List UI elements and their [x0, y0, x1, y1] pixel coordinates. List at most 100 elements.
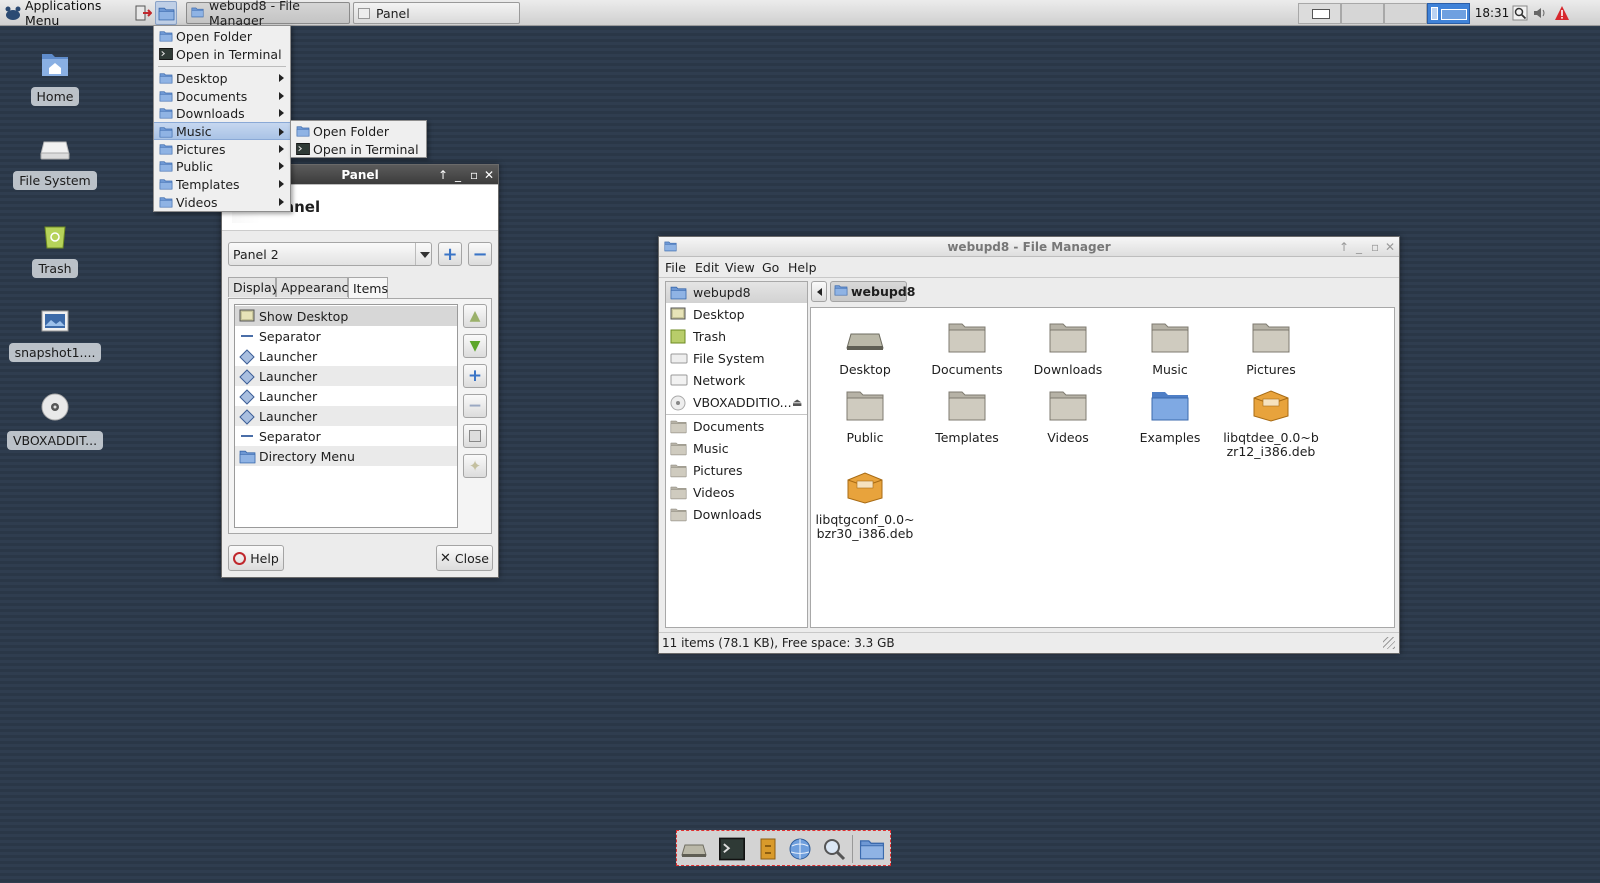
- menu-item-open-folder[interactable]: Open Folder: [291, 122, 426, 140]
- tab-appearance[interactable]: Appearance: [276, 277, 356, 297]
- list-item[interactable]: Launcher: [235, 346, 457, 366]
- clock[interactable]: 18:31: [1474, 1, 1510, 25]
- close-icon[interactable]: ✕: [1385, 240, 1395, 254]
- app-finder-launcher[interactable]: [821, 837, 847, 861]
- file-item-desktop[interactable]: Desktop: [815, 320, 915, 377]
- items-list[interactable]: Show Desktop Separator Launcher Launcher…: [234, 304, 458, 528]
- minimize-icon[interactable]: _: [1356, 240, 1362, 254]
- applications-menu-button[interactable]: Applications Menu: [4, 0, 130, 28]
- add-panel-button[interactable]: +: [438, 242, 462, 266]
- edit-item-button[interactable]: [463, 424, 487, 448]
- desktop-icon-trash[interactable]: Trash: [10, 222, 100, 278]
- desktop-icon-vboxadditions[interactable]: VBOXADDIT...: [6, 392, 104, 450]
- menu-item-music[interactable]: Music: [154, 122, 290, 140]
- sidebar-item-videos[interactable]: Videos: [666, 482, 807, 503]
- directory-menu-launcher[interactable]: [859, 837, 885, 861]
- sidebar-item-vboxadditions[interactable]: VBOXADDITIO... ⏏: [666, 392, 807, 413]
- list-item[interactable]: Directory Menu: [235, 446, 457, 466]
- menu-help[interactable]: Help: [788, 260, 817, 275]
- menu-view[interactable]: View: [725, 260, 755, 275]
- maximize-icon[interactable]: ▫: [1371, 240, 1379, 254]
- menu-item-documents[interactable]: Documents: [154, 87, 290, 105]
- file-item-downloads[interactable]: Downloads: [1018, 320, 1118, 377]
- minimize-icon[interactable]: _: [455, 168, 461, 182]
- window-titlebar[interactable]: webupd8 - File Manager ↑ _ ▫ ✕: [659, 237, 1399, 257]
- volume-applet[interactable]: [1532, 1, 1552, 25]
- path-back-button[interactable]: [811, 281, 827, 302]
- sidebar-item-webupd8[interactable]: webupd8: [666, 282, 807, 303]
- file-item-documents[interactable]: Documents: [917, 320, 1017, 377]
- menu-edit[interactable]: Edit: [695, 260, 719, 275]
- list-item[interactable]: Separator: [235, 326, 457, 346]
- workspace-1[interactable]: [1298, 3, 1341, 24]
- sidebar-item-pictures[interactable]: Pictures: [666, 460, 807, 481]
- sidebar-item-network[interactable]: Network: [666, 370, 807, 391]
- workspace-2[interactable]: [1341, 3, 1384, 24]
- directory-menu-button[interactable]: [155, 1, 177, 25]
- keep-above-icon[interactable]: ↑: [438, 168, 448, 182]
- remove-item-button[interactable]: −: [463, 394, 487, 418]
- logout-button[interactable]: [134, 1, 154, 25]
- remove-panel-button[interactable]: −: [468, 242, 492, 266]
- keep-above-icon[interactable]: ↑: [1339, 240, 1349, 254]
- terminal-launcher[interactable]: [719, 837, 745, 861]
- file-item-templates[interactable]: Templates: [917, 388, 1017, 445]
- menu-item-videos[interactable]: Videos: [154, 193, 290, 211]
- menu-item-open-terminal[interactable]: Open in Terminal: [154, 45, 290, 63]
- menu-item-pictures[interactable]: Pictures: [154, 140, 290, 158]
- sidebar-item-trash[interactable]: Trash: [666, 326, 807, 347]
- tab-items[interactable]: Items: [348, 277, 388, 298]
- file-item-libqtdee[interactable]: libqtdee_0.0~bzr12_i386.deb: [1221, 388, 1321, 459]
- file-item-public[interactable]: Public: [815, 388, 915, 445]
- sidebar-item-downloads[interactable]: Downloads: [666, 504, 807, 525]
- task-button-panel[interactable]: Panel: [353, 2, 520, 24]
- desktop-icon-file-system[interactable]: File System: [10, 136, 100, 190]
- path-button-webupd8[interactable]: webupd8: [830, 281, 915, 302]
- move-down-button[interactable]: ▼: [463, 334, 487, 358]
- task-button-file-manager[interactable]: webupd8 - File Manager: [186, 0, 350, 28]
- file-manager-launcher[interactable]: [755, 837, 781, 861]
- eject-icon[interactable]: ⏏: [792, 396, 802, 409]
- menu-file[interactable]: File: [665, 260, 686, 275]
- desktop-icon-snapshot[interactable]: snapshot1....: [8, 308, 102, 362]
- file-item-pictures[interactable]: Pictures: [1221, 320, 1321, 377]
- list-item[interactable]: Show Desktop: [235, 306, 457, 326]
- resize-grip[interactable]: [1383, 637, 1395, 649]
- desktop-icon-home[interactable]: Home: [10, 50, 100, 106]
- panel-select[interactable]: Panel 2: [228, 242, 432, 266]
- menu-item-public[interactable]: Public: [154, 157, 290, 175]
- maximize-icon[interactable]: ▫: [470, 168, 478, 182]
- menu-item-downloads[interactable]: Downloads: [154, 104, 290, 122]
- sidebar-item-documents[interactable]: Documents: [666, 416, 807, 437]
- workspace-3[interactable]: [1384, 3, 1427, 24]
- sidebar-item-desktop[interactable]: Desktop: [666, 304, 807, 325]
- list-item[interactable]: Launcher: [235, 366, 457, 386]
- search-applet[interactable]: [1512, 1, 1532, 25]
- icon-view[interactable]: Desktop Documents Downloads Music Pictur…: [810, 307, 1395, 628]
- sidebar-item-file-system[interactable]: File System: [666, 348, 807, 369]
- close-button[interactable]: ✕ Close: [436, 545, 493, 571]
- sidebar-item-music[interactable]: Music: [666, 438, 807, 459]
- file-item-videos[interactable]: Videos: [1018, 388, 1118, 445]
- menu-item-open-folder[interactable]: Open Folder: [154, 27, 290, 45]
- help-button[interactable]: Help: [228, 545, 284, 571]
- list-item[interactable]: Separator: [235, 426, 457, 446]
- about-item-button[interactable]: ✦: [463, 454, 487, 478]
- notification-warning[interactable]: [1554, 1, 1574, 25]
- list-item[interactable]: Launcher: [235, 406, 457, 426]
- file-item-music[interactable]: Music: [1120, 320, 1220, 377]
- show-desktop-launcher[interactable]: [681, 837, 707, 861]
- file-item-libqtgconf[interactable]: libqtgconf_0.0~bzr30_i386.deb: [815, 470, 915, 541]
- workspace-4[interactable]: [1427, 3, 1470, 24]
- tab-display[interactable]: Display: [228, 277, 279, 297]
- menu-item-desktop[interactable]: Desktop: [154, 69, 290, 87]
- menu-go[interactable]: Go: [762, 260, 779, 275]
- close-icon[interactable]: ✕: [484, 168, 494, 182]
- file-item-examples[interactable]: Examples: [1120, 388, 1220, 445]
- web-browser-launcher[interactable]: [787, 837, 813, 861]
- menu-item-open-terminal[interactable]: Open in Terminal: [291, 140, 426, 158]
- menu-item-templates[interactable]: Templates: [154, 175, 290, 193]
- add-item-button[interactable]: +: [463, 364, 487, 388]
- move-up-button[interactable]: ▲: [463, 304, 487, 328]
- list-item[interactable]: Launcher: [235, 386, 457, 406]
